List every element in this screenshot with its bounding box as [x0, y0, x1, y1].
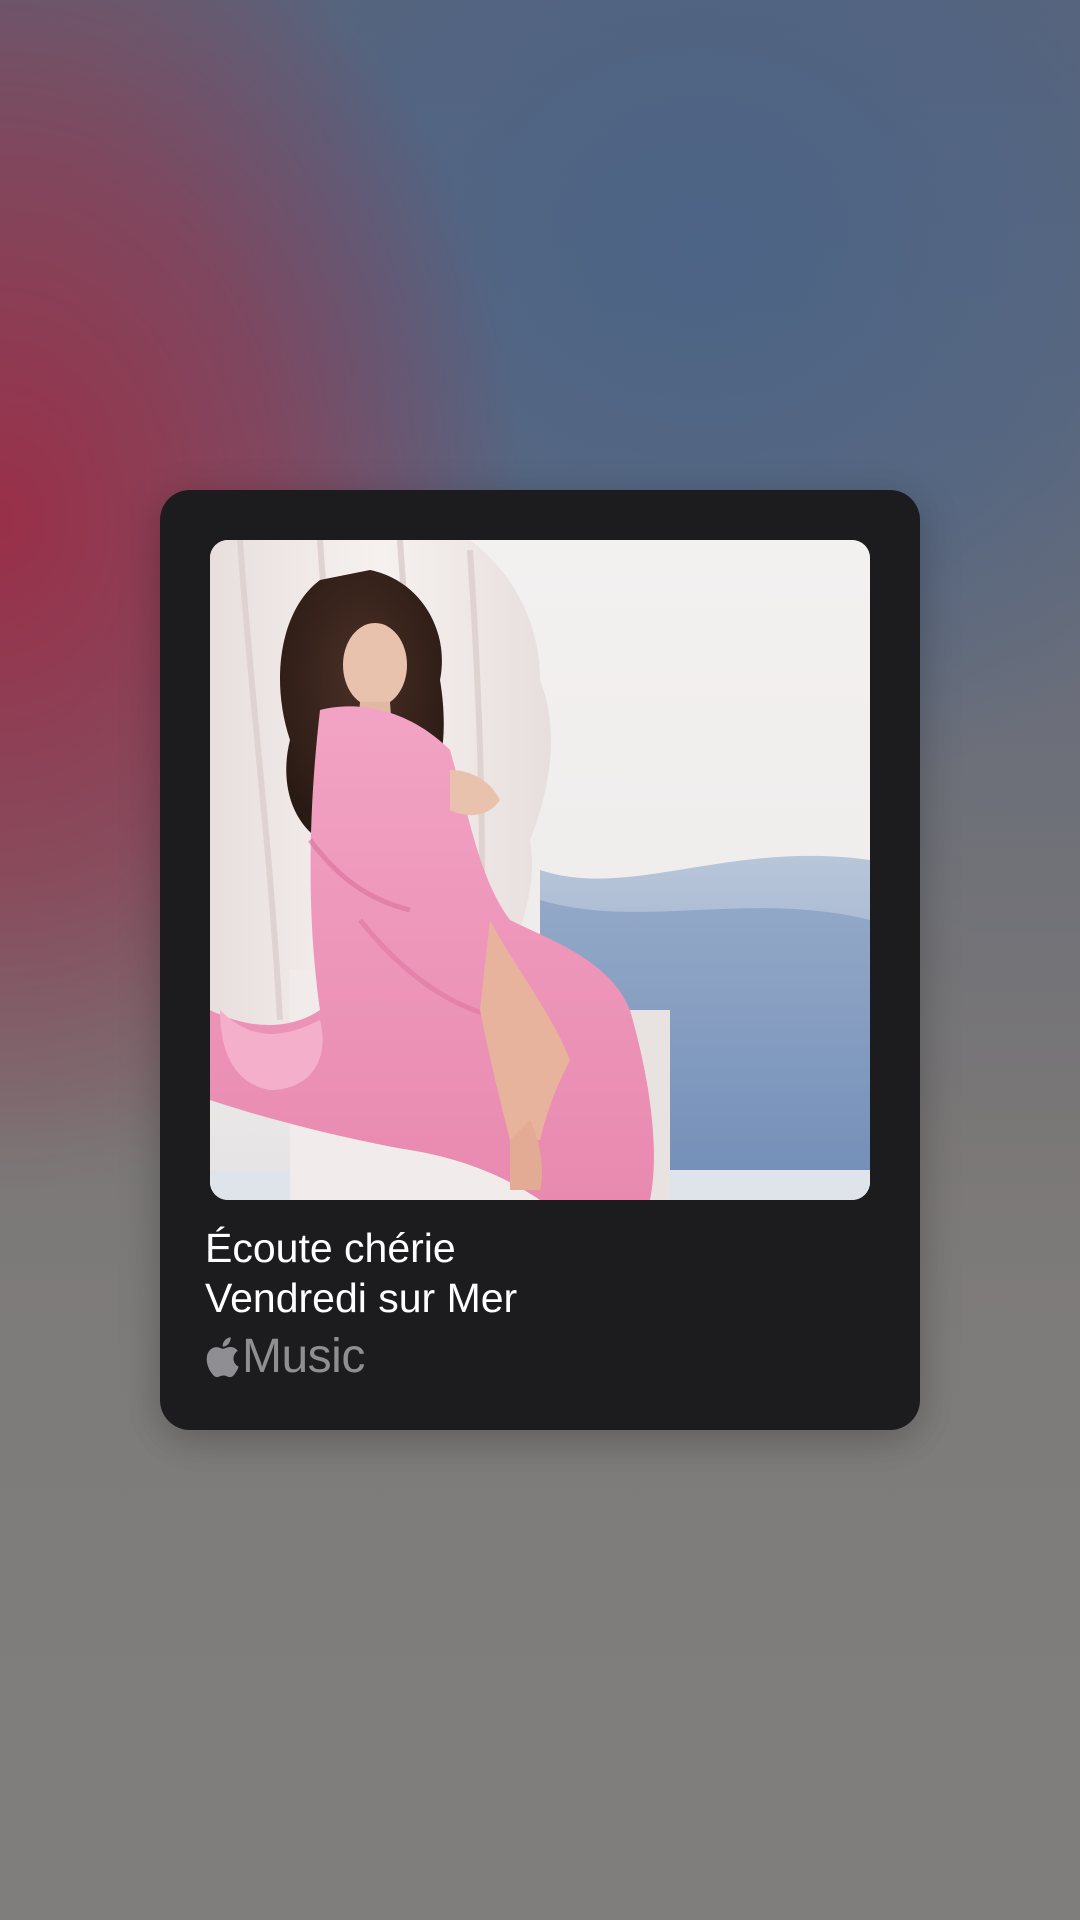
service-label: Music — [242, 1330, 365, 1383]
now-playing-card[interactable]: Écoute chérie Vendredi sur Mer Music — [160, 490, 920, 1430]
artist-name: Vendredi sur Mer — [205, 1275, 518, 1321]
apple-music-logo: Music — [204, 1333, 365, 1381]
apple-logo-icon — [204, 1335, 240, 1379]
song-title: Écoute chérie — [205, 1225, 456, 1271]
album-artwork-image — [210, 540, 870, 1200]
album-artwork[interactable] — [210, 540, 870, 1200]
